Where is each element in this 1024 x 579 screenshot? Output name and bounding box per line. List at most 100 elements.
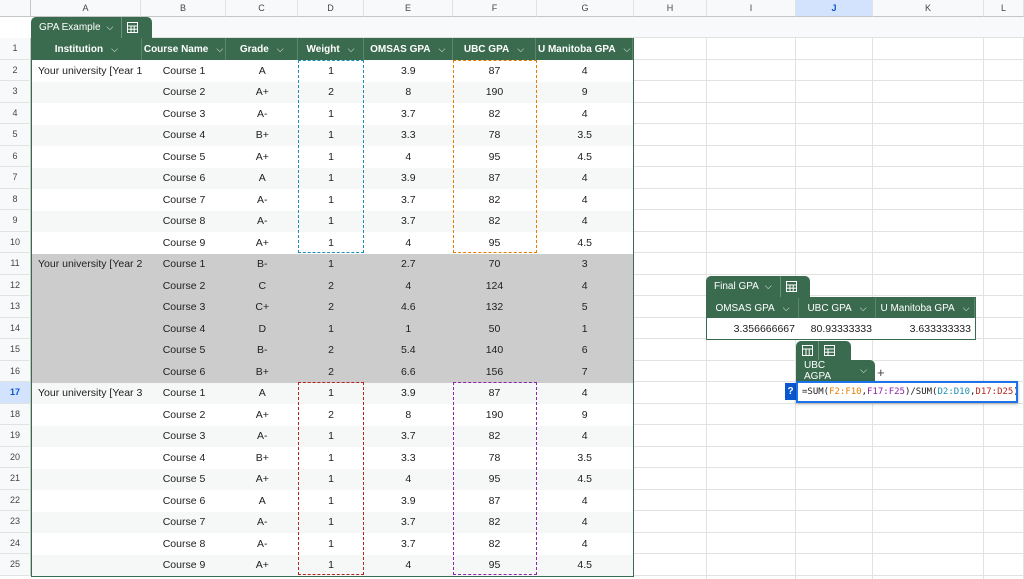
column-header-a[interactable]: A — [31, 0, 141, 17]
table-cell[interactable]: A — [226, 490, 298, 512]
table-cell[interactable]: A- — [226, 211, 298, 233]
main-table-name[interactable]: GPA Example ⌵ — [31, 17, 121, 38]
table-cell[interactable]: 1 — [298, 512, 364, 534]
table-cell[interactable] — [32, 469, 142, 491]
table-cell[interactable]: 4 — [536, 211, 633, 233]
table-cell[interactable]: 1 — [364, 318, 453, 340]
table-cell[interactable]: 95 — [453, 146, 537, 168]
ubc-agpa-name[interactable]: UBC AGPA ⌵ — [796, 360, 875, 382]
chevron-down-icon[interactable]: ⌵ — [624, 44, 631, 55]
table-cell[interactable]: A+ — [226, 82, 298, 104]
table-cell[interactable]: 2 — [298, 297, 364, 319]
table-cell[interactable]: A- — [226, 189, 298, 211]
table-cell[interactable] — [32, 426, 142, 448]
table-cell[interactable]: 190 — [453, 404, 537, 426]
column-header-cell[interactable]: Weight ⌵ — [298, 38, 364, 60]
final-value-cell[interactable]: 3.633333333 — [876, 318, 975, 340]
row-header-1[interactable]: 1 — [0, 38, 31, 60]
row-header-24[interactable]: 24 — [0, 532, 31, 554]
table-cell[interactable]: 1 — [298, 490, 364, 512]
table-icon[interactable] — [818, 341, 840, 360]
final-gpa-name[interactable]: Final GPA ⌵ — [706, 276, 780, 297]
table-cell[interactable]: 82 — [453, 211, 537, 233]
table-cell[interactable]: B+ — [226, 447, 298, 469]
table-cell[interactable]: 124 — [453, 275, 537, 297]
table-cell[interactable]: 1 — [298, 318, 364, 340]
table-cell[interactable]: 1 — [536, 318, 633, 340]
table-cell[interactable]: 1 — [298, 232, 364, 254]
row-header-7[interactable]: 7 — [0, 167, 31, 189]
table-cell[interactable]: 4 — [364, 469, 453, 491]
table-cell[interactable]: 95 — [453, 232, 537, 254]
table-cell[interactable]: 2 — [298, 340, 364, 362]
table-cell[interactable]: B+ — [226, 125, 298, 147]
chevron-down-icon[interactable]: ⌵ — [439, 44, 446, 55]
table-cell[interactable]: 3.9 — [364, 60, 453, 82]
column-header-k[interactable]: K — [873, 0, 984, 17]
table-cell[interactable]: 3.7 — [364, 103, 453, 125]
table-cell[interactable]: 87 — [453, 490, 537, 512]
table-cell[interactable] — [32, 146, 142, 168]
row-header-22[interactable]: 22 — [0, 489, 31, 511]
table-cell[interactable] — [32, 555, 142, 577]
column-header-d[interactable]: D — [298, 0, 364, 17]
select-all-corner[interactable] — [0, 0, 31, 17]
table-cell[interactable]: 2.7 — [364, 254, 453, 276]
table-cell[interactable]: 1 — [298, 447, 364, 469]
table-cell[interactable]: A- — [226, 103, 298, 125]
row-header-23[interactable]: 23 — [0, 511, 31, 533]
formula-input[interactable]: =SUM(F2:F10,F17:F25)/SUM(D2:D10,D17:D25) — [796, 381, 1018, 403]
table-cell[interactable]: 82 — [453, 103, 537, 125]
chevron-down-icon[interactable]: ⌵ — [348, 44, 355, 55]
table-cell[interactable]: A+ — [226, 555, 298, 577]
table-cell[interactable]: 1 — [298, 426, 364, 448]
table-cell[interactable]: 4.6 — [364, 297, 453, 319]
ubc-agpa-chip[interactable]: UBC AGPA ⌵ — [796, 360, 875, 382]
table-cell[interactable]: Course 1 — [142, 254, 227, 276]
table-cell[interactable]: Course 5 — [142, 340, 227, 362]
chevron-down-icon[interactable]: ⌵ — [216, 44, 223, 55]
final-gpa-chip[interactable]: Final GPA ⌵ — [706, 276, 810, 297]
table-cell[interactable] — [32, 189, 142, 211]
row-header-12[interactable]: 12 — [0, 274, 31, 296]
table-cell[interactable]: 4 — [364, 232, 453, 254]
table-cell[interactable]: 1 — [298, 146, 364, 168]
table-cell[interactable]: 156 — [453, 361, 537, 383]
column-header-c[interactable]: C — [226, 0, 298, 17]
column-header-j[interactable]: J — [796, 0, 873, 17]
row-header-21[interactable]: 21 — [0, 468, 31, 490]
table-cell[interactable]: Course 9 — [142, 232, 227, 254]
chevron-down-icon[interactable]: ⌵ — [963, 303, 970, 314]
table-cell[interactable]: 78 — [453, 447, 537, 469]
column-header-f[interactable]: F — [453, 0, 537, 17]
table-cell[interactable] — [32, 168, 142, 190]
table-icon[interactable] — [121, 17, 143, 38]
table-cell[interactable]: Course 2 — [142, 275, 227, 297]
table-cell[interactable]: 3.3 — [364, 125, 453, 147]
table-cell[interactable]: 4.5 — [536, 232, 633, 254]
table-cell[interactable]: 3.7 — [364, 512, 453, 534]
table-cell[interactable] — [32, 318, 142, 340]
table-cell[interactable]: Course 5 — [142, 146, 227, 168]
table-cell[interactable]: 82 — [453, 533, 537, 555]
table-cell[interactable]: 87 — [453, 60, 537, 82]
table-cell[interactable]: 4 — [536, 60, 633, 82]
column-header-cell[interactable]: Course Name ⌵ — [142, 38, 227, 60]
table-icon[interactable] — [796, 341, 818, 360]
table-cell[interactable]: 3.7 — [364, 189, 453, 211]
table-cell[interactable]: A — [226, 383, 298, 405]
table-cell[interactable]: 4 — [536, 275, 633, 297]
row-header-15[interactable]: 15 — [0, 339, 31, 361]
table-cell[interactable]: 3.3 — [364, 447, 453, 469]
column-header-cell[interactable]: Grade ⌵ — [226, 38, 299, 60]
table-cell[interactable] — [32, 490, 142, 512]
row-header-19[interactable]: 19 — [0, 425, 31, 447]
table-cell[interactable]: 1 — [298, 254, 364, 276]
table-cell[interactable]: 132 — [453, 297, 537, 319]
table-cell[interactable]: A- — [226, 512, 298, 534]
table-cell[interactable]: Course 2 — [142, 82, 227, 104]
table-cell[interactable]: 9 — [536, 404, 633, 426]
table-cell[interactable]: 7 — [536, 361, 633, 383]
table-cell[interactable]: Course 2 — [142, 404, 227, 426]
column-header-cell[interactable]: U Manitoba GPA ⌵ — [536, 38, 633, 60]
